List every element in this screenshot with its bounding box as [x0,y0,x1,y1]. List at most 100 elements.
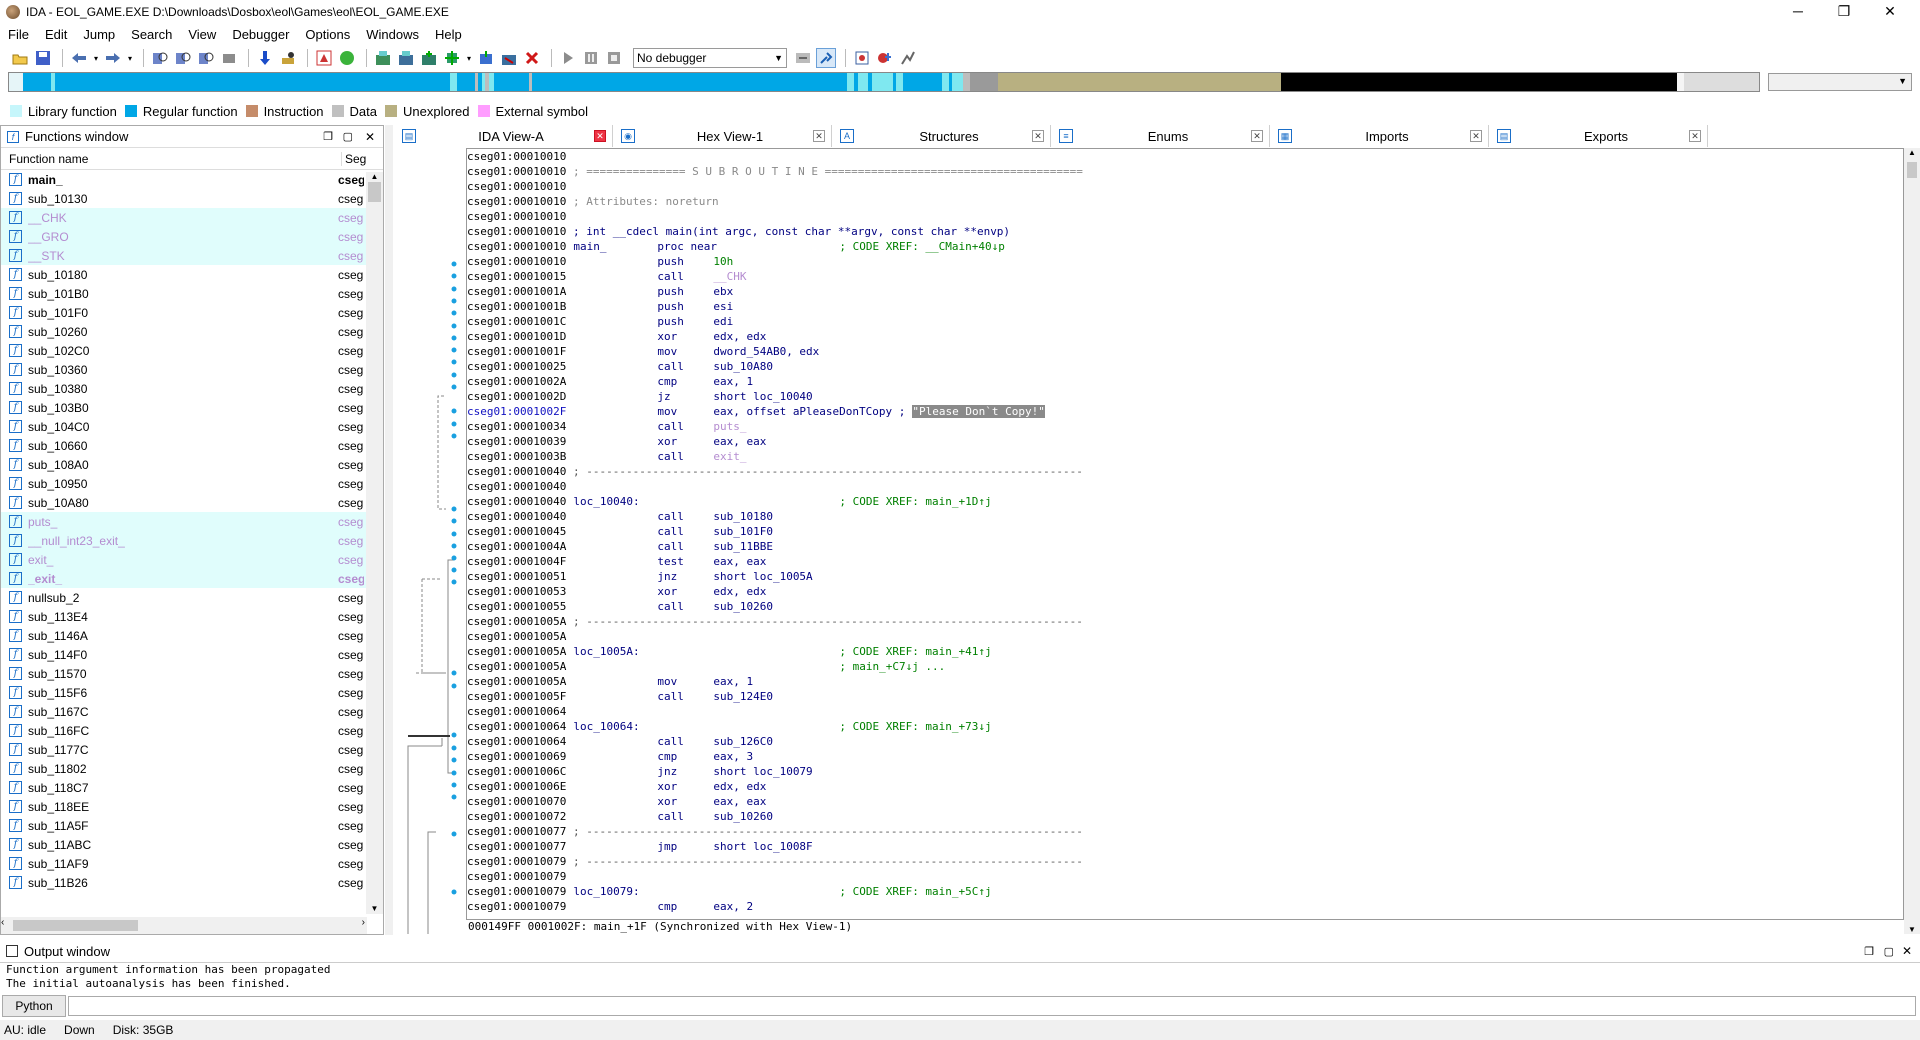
close-button[interactable]: ✕ [1868,0,1912,24]
start-debugger-icon[interactable] [558,48,578,68]
text-search-icon[interactable] [173,48,193,68]
disasm-line[interactable]: cseg01:00010040 loc_10040: ; CODE XREF: ma… [467,494,1903,509]
functions-horizontal-scrollbar[interactable]: ‹ › [1,917,367,934]
function-row[interactable]: f sub_11570 cseg [1,664,383,683]
save-icon[interactable] [33,48,53,68]
disasm-line[interactable]: cseg01:0001004F test eax, eax [467,554,1903,569]
disasm-line[interactable]: cseg01:00010040 [467,479,1903,494]
graph-overview-icon[interactable] [314,48,334,68]
tab-ida-view-a[interactable]: ▤ IDA View-A ✕ [394,125,613,147]
disasm-line[interactable]: cseg01:00010072 call sub_10260 [467,809,1903,824]
navigation-band-select[interactable]: ▼ [1768,73,1912,91]
function-row[interactable]: f exit_ cseg [1,550,383,569]
forward-icon[interactable] [103,48,123,68]
navigation-band[interactable] [8,72,1760,92]
disasm-line[interactable]: cseg01:00010079 [467,869,1903,884]
disasm-line[interactable]: cseg01:00010053 xor edx, edx [467,584,1903,599]
function-row[interactable]: f sub_10660 cseg [1,436,383,455]
function-row[interactable]: f sub_108A0 cseg [1,455,383,474]
menu-edit[interactable]: Edit [37,27,75,42]
scroll-thumb[interactable] [1907,162,1917,178]
create-function-icon[interactable] [373,48,393,68]
function-row[interactable]: f sub_101F0 cseg [1,303,383,322]
disasm-line[interactable]: cseg01:00010045 call sub_101F0 [467,524,1903,539]
scroll-left-icon[interactable]: ‹ [1,917,4,928]
function-row[interactable]: f sub_114F0 cseg [1,645,383,664]
disasm-line[interactable]: cseg01:0001005A [467,629,1903,644]
disasm-line[interactable]: cseg01:00010055 call sub_10260 [467,599,1903,614]
disasm-line[interactable]: cseg01:00010010 [467,179,1903,194]
function-row[interactable]: f sub_116FC cseg [1,721,383,740]
function-row[interactable]: f __CHK cseg [1,208,383,227]
function-row[interactable]: f sub_102C0 cseg [1,341,383,360]
mark-position-icon[interactable] [278,48,298,68]
function-row[interactable]: f sub_1177C cseg [1,740,383,759]
disasm-line[interactable]: cseg01:0001001C push edi [467,314,1903,329]
function-row[interactable]: f sub_10950 cseg [1,474,383,493]
tab-close-icon[interactable]: ✕ [813,130,825,142]
add-enum-icon[interactable] [476,48,496,68]
disasm-line[interactable]: cseg01:0001002D jz short loc_10040 [467,389,1903,404]
disasm-line[interactable]: cseg01:00010034 call puts_ [467,419,1903,434]
function-row[interactable]: f _exit_ cseg [1,569,383,588]
immediate-search-icon[interactable] [196,48,216,68]
disasm-line[interactable]: cseg01:0001006C jnz short loc_10079 [467,764,1903,779]
tab-hex-view-1[interactable]: ◉ Hex View-1 ✕ [613,125,832,147]
pause-debugger-icon[interactable] [581,48,601,68]
run-script-icon[interactable] [337,48,357,68]
tab-close-icon[interactable]: ✕ [1689,130,1701,142]
disasm-line[interactable]: cseg01:00010079 loc_10079: ; CODE XREF: ma… [467,884,1903,899]
functions-vertical-scrollbar[interactable]: ▲ ▼ [366,172,383,914]
output-window-restore-button[interactable]: ❐ [1864,945,1874,958]
menu-debugger[interactable]: Debugger [224,27,297,42]
function-row[interactable]: f sub_118C7 cseg [1,778,383,797]
open-icon[interactable] [10,48,30,68]
function-row[interactable]: f sub_1167C cseg [1,702,383,721]
menu-options[interactable]: Options [297,27,358,42]
disasm-line[interactable]: cseg01:00010040 call sub_10180 [467,509,1903,524]
function-row[interactable]: f sub_10380 cseg [1,379,383,398]
disasm-line[interactable]: cseg01:00010077 ; ----------------------… [467,824,1903,839]
delete-icon[interactable] [522,48,542,68]
menu-file[interactable]: File [0,27,37,42]
function-row[interactable]: f sub_11B26 cseg [1,873,383,892]
disasm-line[interactable]: cseg01:00010064 loc_10064: ; CODE XREF: ma… [467,719,1903,734]
disasm-line[interactable]: cseg01:0001001D xor edx, edx [467,329,1903,344]
menu-view[interactable]: View [180,27,224,42]
minimize-button[interactable]: ─ [1776,0,1820,24]
output-window-pin-button[interactable]: ▢ [1884,945,1894,958]
scroll-up-icon[interactable]: ▲ [1904,148,1920,158]
back-icon[interactable] [69,48,89,68]
column-segment[interactable]: Seg [341,151,366,166]
scroll-up-icon[interactable]: ▲ [366,172,383,182]
disasm-line[interactable]: cseg01:0001002A cmp eax, 1 [467,374,1903,389]
function-row[interactable]: f __STK cseg [1,246,383,265]
function-row[interactable]: f nullsub_2 cseg [1,588,383,607]
disasm-line[interactable]: cseg01:00010025 call sub_10A80 [467,359,1903,374]
function-row[interactable]: f sub_11802 cseg [1,759,383,778]
scroll-down-icon[interactable]: ▼ [1904,925,1920,934]
add-struct-icon[interactable] [442,48,462,68]
function-row[interactable]: f sub_11A5F cseg [1,816,383,835]
disasm-line[interactable]: cseg01:0001003B call exit_ [467,449,1903,464]
add-breakpoint-icon[interactable] [875,48,895,68]
maximize-button[interactable]: ❐ [1822,0,1866,24]
function-row[interactable]: f sub_103B0 cseg [1,398,383,417]
function-row[interactable]: f __GRO cseg [1,227,383,246]
scroll-thumb[interactable] [13,920,138,931]
function-row[interactable]: f sub_10A80 cseg [1,493,383,512]
disasm-line[interactable]: cseg01:00010010 ; =============== S U B … [467,164,1903,179]
tab-enums[interactable]: ≡ Enums ✕ [1051,125,1270,147]
disasm-line[interactable]: cseg01:0001001A push ebx [467,284,1903,299]
function-row[interactable]: f sub_11ABC cseg [1,835,383,854]
disasm-line[interactable]: cseg01:00010079 cmp eax, 2 [467,899,1903,914]
attach-process-icon[interactable] [816,48,836,68]
menu-search[interactable]: Search [123,27,180,42]
menu-windows[interactable]: Windows [358,27,427,42]
function-row[interactable]: f __null_int23_exit_ cseg [1,531,383,550]
tab-close-icon[interactable]: ✕ [1251,130,1263,142]
command-line-input[interactable] [68,996,1916,1016]
tab-close-icon[interactable]: ✕ [1470,130,1482,142]
disasm-line[interactable]: cseg01:00010015 call __CHK [467,269,1903,284]
disasm-line[interactable]: cseg01:0001005A ; main_+C7↓j ... [467,659,1903,674]
